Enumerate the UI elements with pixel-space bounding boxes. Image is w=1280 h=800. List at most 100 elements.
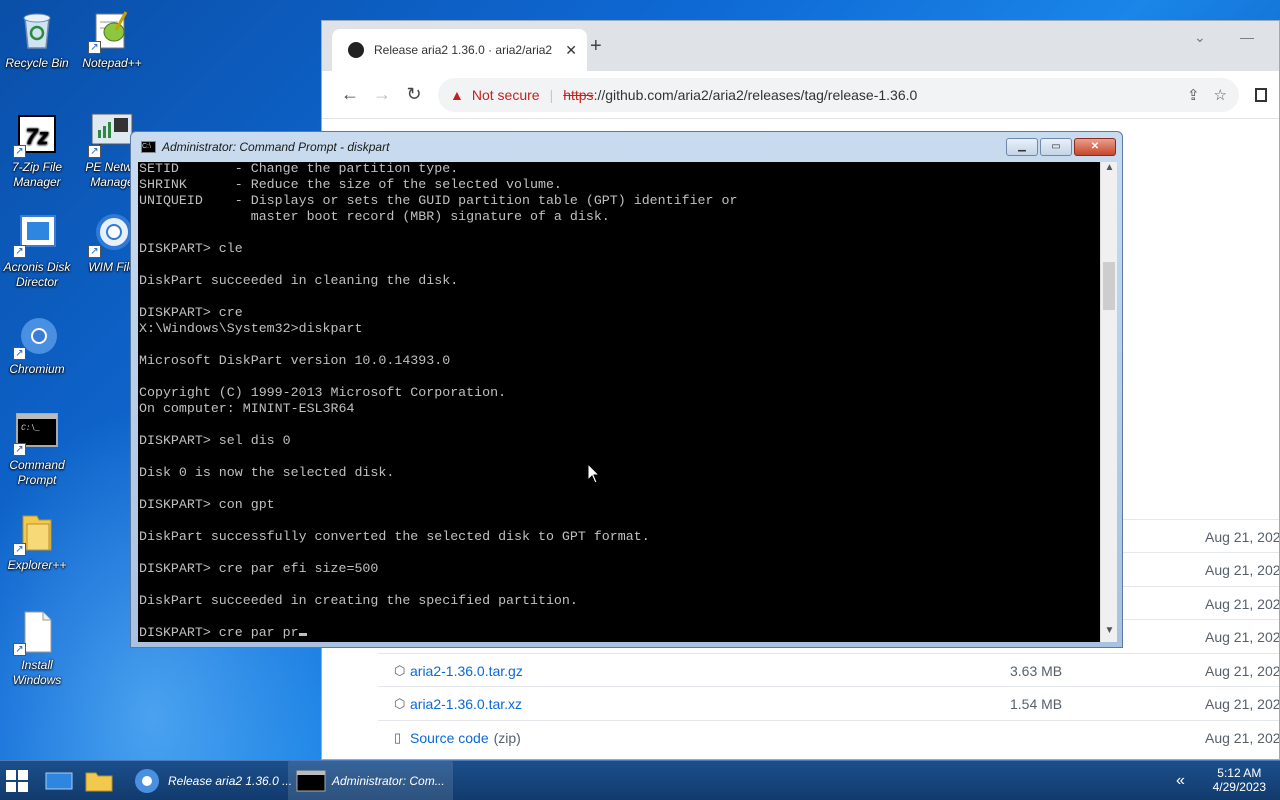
acronis-icon: ↗ (13, 212, 59, 258)
desktop-icon-chromium[interactable]: ↗ Chromium (0, 314, 74, 377)
folder-icon: ↗ (13, 510, 59, 556)
wim-icon: ↗ (88, 212, 134, 258)
taskbar-browser-label: Release aria2 1.36.0 ... (168, 774, 293, 788)
taskbar-explorer[interactable] (84, 761, 114, 800)
asset-link[interactable]: aria2-1.36.0.tar.gz (410, 663, 1010, 679)
network-manager-icon: ↗ (88, 112, 134, 158)
desktop-icon-label-line1: Command (9, 458, 65, 472)
taskbar-browser-task[interactable]: Release aria2 1.36.0 ... (124, 761, 300, 800)
side-panel-icon[interactable] (1255, 87, 1267, 102)
clock-date: 4/29/2023 (1212, 780, 1266, 794)
scroll-down-icon[interactable]: ▼ (1101, 625, 1117, 642)
back-button[interactable]: ← (334, 84, 366, 105)
shortcut-arrow-icon: ↗ (13, 443, 26, 456)
security-label[interactable]: Not secure (472, 87, 540, 103)
asset-date: Aug 21, 2021 (1205, 628, 1280, 645)
browser-tab-title: Release aria2 1.36.0 · aria2/aria2 (374, 43, 553, 57)
clock-time: 5:12 AM (1217, 766, 1262, 780)
asset-date: Aug 21, 2021 (1205, 561, 1280, 578)
command-prompt-icon (296, 770, 326, 792)
shortcut-arrow-icon: ↗ (13, 347, 26, 360)
url-scheme: https (563, 86, 594, 103)
forward-button[interactable]: → (366, 84, 398, 105)
desktop-icon-label-line1: 7-Zip File (11, 160, 62, 174)
cmd-maximize-button[interactable]: ▭ (1040, 138, 1072, 156)
cmd-scrollbar[interactable]: ▲ ▼ (1100, 162, 1117, 642)
command-prompt-window[interactable]: C:\ Administrator: Command Prompt - disk… (130, 131, 1123, 648)
share-icon[interactable]: ⇪ (1187, 86, 1200, 104)
asset-suffix: (zip) (493, 729, 521, 746)
desktop-icon-label: Explorer++ (7, 558, 67, 572)
desktop-icon-notepad-plus-plus[interactable]: ↗ Notepad++ (75, 8, 149, 71)
tab-close-icon[interactable]: ✕ (565, 42, 577, 59)
new-tab-button[interactable]: + (590, 35, 602, 58)
desktop-icon-label: Chromium (9, 362, 65, 376)
desktop-icon-7zip[interactable]: 7z ↗ 7-Zip File Manager (0, 112, 74, 190)
cmd-close-button[interactable]: ✕ (1074, 138, 1116, 156)
asset-date: Aug 21, 2021 (1205, 662, 1280, 679)
asset-size: 1.54 MB (1010, 695, 1063, 712)
taskbar-show-desktop[interactable] (44, 761, 74, 800)
scroll-thumb[interactable] (1103, 262, 1115, 310)
taskbar: Release aria2 1.36.0 ... Administrator: … (0, 760, 1280, 800)
asset-row[interactable]: ▯ Source code (zip) Aug 21, 2021 (378, 720, 1279, 754)
shortcut-arrow-icon: ↗ (13, 643, 26, 656)
taskbar-clock[interactable]: 5:12 AM 4/29/2023 (1213, 766, 1266, 794)
asset-row[interactable]: ⬡ aria2-1.36.0.tar.gz 3.63 MB Aug 21, 20… (378, 653, 1280, 687)
file-zip-icon: ▯ (394, 729, 402, 745)
desktop-icon-label-line2: Prompt (17, 473, 57, 487)
cmd-title: Administrator: Command Prompt - diskpart (162, 140, 390, 154)
start-button[interactable] (6, 761, 34, 800)
desktop-icon-label-line1: Install (21, 658, 53, 672)
asset-date: Aug 21, 2021 (1205, 595, 1280, 612)
reload-button[interactable]: ↻ (398, 84, 430, 105)
shortcut-arrow-icon: ↗ (13, 245, 26, 258)
notepad-plus-plus-icon: ↗ (88, 8, 134, 54)
package-icon: ⬡ (394, 662, 406, 678)
browser-tab-active[interactable]: Release aria2 1.36.0 · aria2/aria2 ✕ (332, 29, 587, 71)
chromium-icon (135, 769, 159, 793)
asset-date: Aug 21, 2021 (1205, 695, 1280, 712)
desktop-icon-label: Notepad++ (82, 56, 142, 70)
address-bar[interactable]: ▲ Not secure | https ://github.com/aria2… (438, 77, 1239, 112)
command-prompt-icon: C:\_ ↗ (13, 410, 59, 456)
shortcut-arrow-icon: ↗ (88, 41, 101, 54)
show-hidden-icons-chevron-icon[interactable]: « (1176, 761, 1185, 800)
browser-tabstrip: Release aria2 1.36.0 · aria2/aria2 ✕ + ⌄… (322, 21, 1279, 71)
asset-date: Aug 21, 2021 (1205, 528, 1280, 545)
taskbar-cmd-task[interactable]: Administrator: Com... (288, 761, 453, 800)
console-output: SETID - Change the partition type. SHRIN… (139, 162, 738, 640)
svg-text:C:\_: C:\_ (21, 424, 40, 433)
asset-row[interactable]: ⬡ aria2-1.36.0.tar.xz 1.54 MB Aug 21, 20… (378, 686, 1280, 720)
cmd-minimize-button[interactable]: ▁ (1006, 138, 1038, 156)
shortcut-arrow-icon: ↗ (13, 543, 26, 556)
desktop-icon-explorer-plus-plus[interactable]: ↗ Explorer++ (0, 510, 74, 573)
desktop-icon-acronis[interactable]: ↗ Acronis Disk Director (0, 212, 74, 290)
desktop-icon-recycle-bin[interactable]: Recycle Bin (0, 8, 74, 71)
tab-search-icon[interactable]: ⌄ (1194, 29, 1206, 46)
package-icon: ⬡ (394, 695, 406, 711)
7zip-icon: 7z ↗ (13, 112, 59, 158)
cmd-console[interactable]: SETID - Change the partition type. SHRIN… (138, 162, 1117, 642)
shortcut-arrow-icon: ↗ (13, 145, 26, 158)
chromium-icon: ↗ (13, 314, 59, 360)
windows-logo-icon (6, 770, 28, 792)
mouse-pointer-icon (587, 463, 601, 484)
cmd-titlebar[interactable]: C:\ Administrator: Command Prompt - disk… (131, 132, 1122, 162)
desktop-icon-install-windows[interactable]: ↗ Install Windows (0, 610, 74, 688)
github-icon (348, 42, 364, 58)
browser-toolbar: ← → ↻ ▲ Not secure | https ://github.com… (322, 71, 1279, 119)
asset-link[interactable]: Source code (410, 730, 489, 746)
desktop-icon-command-prompt[interactable]: C:\_ ↗ Command Prompt (0, 410, 74, 488)
desktop-icon-label-line1: Acronis Disk (3, 260, 71, 274)
asset-size: 3.63 MB (1010, 662, 1063, 679)
recycle-bin-icon (15, 8, 59, 52)
minimize-button[interactable]: — (1240, 29, 1254, 45)
install-windows-icon: ↗ (13, 610, 59, 656)
monitor-icon (45, 772, 73, 790)
folder-icon (85, 772, 113, 792)
scroll-up-icon[interactable]: ▲ (1101, 162, 1117, 179)
asset-link[interactable]: aria2-1.36.0.tar.xz (410, 696, 1010, 712)
bookmark-star-icon[interactable]: ☆ (1214, 86, 1227, 104)
desktop-icon-label: Recycle Bin (5, 56, 69, 70)
